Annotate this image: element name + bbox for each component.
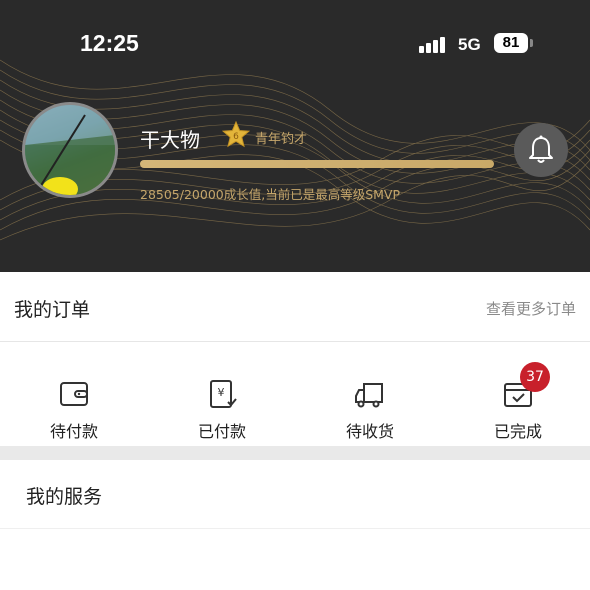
services-title: 我的服务	[26, 486, 103, 508]
battery-indicator: 81	[494, 33, 528, 53]
orders-header: 我的订单 查看更多订单	[0, 272, 590, 342]
view-more-orders-link[interactable]: 查看更多订单	[486, 298, 576, 319]
growth-progress-fill	[140, 160, 494, 168]
order-status-completed[interactable]: 已完成	[444, 342, 590, 446]
growth-progress-bar	[140, 160, 494, 168]
order-label: 待收货	[345, 422, 394, 441]
section-divider	[0, 446, 590, 460]
level-star-icon: 6	[222, 121, 250, 148]
orders-title: 我的订单	[14, 299, 91, 321]
order-label: 已付款	[197, 422, 246, 441]
order-label: 已完成	[493, 422, 542, 441]
battery-tip-icon	[530, 39, 533, 47]
level-title: 青年钓才	[255, 132, 308, 147]
bell-icon	[529, 135, 553, 163]
order-status-pending-payment[interactable]: 待付款	[0, 342, 148, 446]
delivery-truck-icon	[355, 383, 383, 408]
avatar-image	[25, 105, 115, 195]
network-type: 5G	[458, 35, 481, 54]
growth-progress-text: 28505/20000成长值,当前已是最高等级SMVP	[140, 187, 401, 202]
paid-receipt-icon: ¥	[210, 380, 237, 408]
status-time: 12:25	[80, 30, 139, 56]
notification-button[interactable]	[514, 123, 568, 177]
cellular-signal-icon	[419, 36, 449, 53]
avatar[interactable]	[22, 102, 118, 198]
services-section: 我的服务	[0, 460, 590, 529]
order-status-paid[interactable]: ¥ 已付款	[148, 342, 296, 446]
user-name: 干大物	[140, 128, 200, 152]
level-badge-number: 6	[233, 132, 239, 142]
order-label: 待付款	[49, 422, 98, 441]
order-status-awaiting-delivery[interactable]: 待收货	[296, 342, 444, 446]
order-status-row: 待付款 ¥ 已付款 待收货 已完成	[0, 342, 590, 446]
profile-header: 12:25 5G 81 干大物 6 青年钓才 28505/20000成长值,当前…	[0, 0, 590, 272]
completed-count-badge: 37	[520, 362, 550, 392]
wallet-icon	[60, 382, 88, 406]
svg-text:¥: ¥	[218, 386, 225, 399]
